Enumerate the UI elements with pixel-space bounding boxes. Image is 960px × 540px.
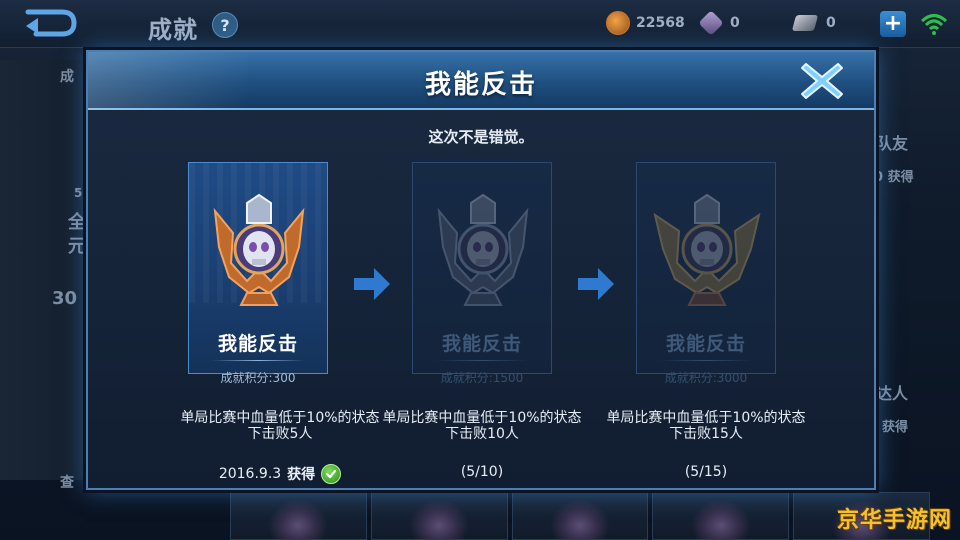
tier-name: 我能反击 <box>441 333 522 355</box>
tier-points: 成就积分:1500 <box>440 371 524 385</box>
tier-progress: (5/15) <box>684 464 728 480</box>
emblem-icon <box>549 499 610 540</box>
bg-fragment: 成 <box>60 69 74 85</box>
emblem-icon <box>409 499 470 540</box>
bg-fragment: 获得 <box>882 420 909 435</box>
gem-icon <box>698 10 724 36</box>
bg-fragment: 达人 <box>876 384 909 403</box>
wifi-icon <box>920 14 948 35</box>
tier-name: 我能反击 <box>217 333 298 355</box>
gem-currency: 0 <box>698 10 740 36</box>
gold-amount: 22568 <box>636 15 685 31</box>
bg-fragment[interactable]: 查 <box>60 472 74 492</box>
bg-fragment: 0 获得 <box>874 170 914 185</box>
question-icon[interactable]: ? <box>212 12 238 38</box>
achievement-cell[interactable] <box>652 492 790 540</box>
bg-fragment: 队友 <box>876 134 909 153</box>
modal-subtitle: 这次不是错觉。 <box>428 128 534 146</box>
tier-card-3[interactable]: 我能反击 成就积分:3000 <box>636 162 776 385</box>
emblem-icon <box>268 499 329 540</box>
voucher-icon <box>791 15 819 31</box>
tier-description: 单局比赛中血量低于10%的状态下击败10人 <box>382 410 582 442</box>
gem-amount: 0 <box>730 15 740 31</box>
tier-card-1[interactable]: 我能反击 成就积分:300 <box>188 162 328 385</box>
tier-points: 成就积分:300 <box>220 371 296 385</box>
achievement-grid-row <box>230 492 930 540</box>
modal-header: 我能反击 <box>88 52 874 110</box>
tier-progress: (5/10) <box>460 464 504 480</box>
achievement-detail-modal: 我能反击 这次不是错觉。 我能反击 成就积分:300 我能反击 成就积分:150… <box>86 50 876 490</box>
emblem-icon <box>690 499 751 540</box>
gold-coin-icon <box>606 11 630 35</box>
obtained-date: 2016.9.3 <box>218 466 282 482</box>
voucher-amount: 0 <box>826 15 836 31</box>
tier-divider <box>659 360 753 361</box>
tier-name: 我能反击 <box>665 333 746 355</box>
tier-card-2[interactable]: 我能反击 成就积分:1500 <box>412 162 552 385</box>
silver-skull-emblem-icon <box>437 193 529 306</box>
tier-divider <box>435 360 529 361</box>
modal-title: 我能反击 <box>424 70 537 100</box>
obtained-label: 获得 <box>287 467 316 483</box>
bg-fragment: 5 <box>74 186 83 200</box>
gold-skull-emblem-icon <box>653 193 761 306</box>
right-arrow-icon <box>354 268 390 300</box>
achievement-cell[interactable] <box>511 492 649 540</box>
bg-fragment: 30 <box>52 288 78 309</box>
achievement-cell[interactable] <box>370 492 508 540</box>
tier-divider <box>211 360 305 361</box>
gold-currency: 22568 <box>606 10 685 36</box>
recharge-plus-button[interactable]: + <box>880 11 906 37</box>
close-button[interactable] <box>798 58 846 104</box>
close-x-icon <box>801 63 843 99</box>
bg-fragment: 全 <box>68 212 86 233</box>
obtained-status: 2016.9.3 获得 <box>200 464 360 484</box>
check-icon <box>321 464 342 484</box>
top-bar: 成就 ? 22568 0 0 + <box>0 0 960 48</box>
voucher-currency: 0 <box>791 10 836 36</box>
achievement-cell[interactable] <box>230 492 367 540</box>
bg-fragment: 元 <box>68 236 86 257</box>
left-panel <box>0 60 90 480</box>
tier-points: 成就积分:3000 <box>664 371 748 385</box>
back-arrow-icon[interactable] <box>22 8 82 38</box>
tier-description: 单局比赛中血量低于10%的状态下击败15人 <box>606 410 806 442</box>
right-arrow-icon <box>578 268 614 300</box>
tier-description: 单局比赛中血量低于10%的状态下击败5人 <box>180 410 380 442</box>
bronze-skull-emblem-icon <box>213 193 305 306</box>
site-watermark: 京华手游网 <box>836 508 952 533</box>
page-title: 成就 <box>148 16 198 44</box>
